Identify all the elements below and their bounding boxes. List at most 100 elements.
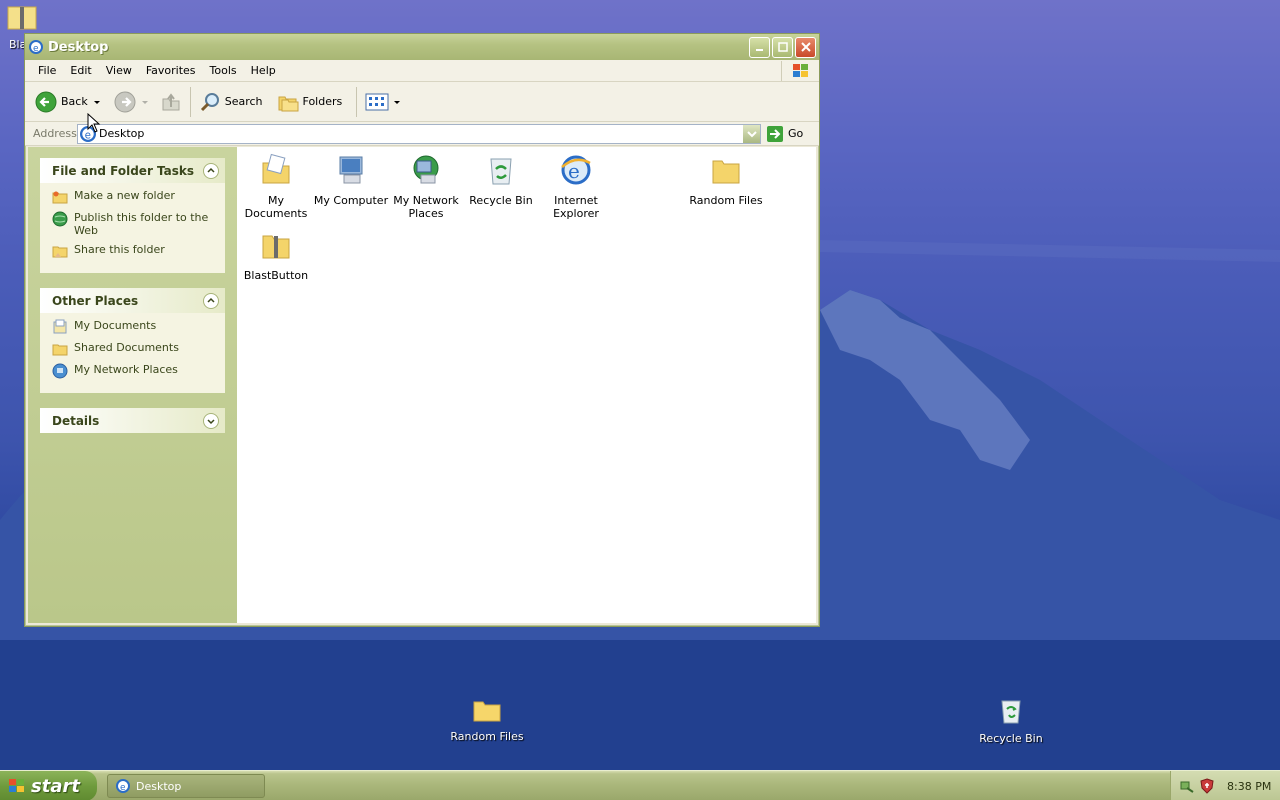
globe-icon [52,211,68,227]
menu-help[interactable]: Help [244,64,283,77]
menu-tools[interactable]: Tools [203,64,244,77]
my-network-places-link[interactable]: My Network Places [52,363,215,379]
panel-title: File and Folder Tasks [52,163,195,178]
file-item-blastbutton[interactable]: BlastButton [237,226,315,282]
my-documents-icon [53,319,67,334]
desktop-icon-recycle-bin[interactable]: Recycle Bin [966,695,1056,745]
shared-documents-link[interactable]: Shared Documents [52,341,215,357]
chevron-down-icon [746,130,757,137]
menu-file[interactable]: File [31,64,63,77]
folder-icon [712,160,740,184]
toolbar: Back Search Folders [25,82,819,122]
file-label: Recycle Bin [469,194,533,207]
recycle-bin-icon [490,158,512,185]
views-button[interactable] [361,93,405,111]
link-label: My Documents [74,319,157,332]
file-list: My Documents My Computer My Network Plac… [237,147,816,623]
internet-explorer-icon: e [561,155,591,185]
views-dropdown-icon [394,100,401,104]
link-label: My Network Places [74,363,178,376]
link-label: Share this folder [74,243,165,256]
system-tray: 8:38 PM [1170,771,1280,800]
file-label: Random Files [689,194,763,207]
folder-icon [473,701,501,722]
menu-bar: File Edit View Favorites Tools Help [25,60,819,82]
forward-dropdown-icon[interactable] [140,97,150,107]
file-item-internet-explorer[interactable]: e Internet Explorer [537,151,615,220]
file-item-my-network-places[interactable]: My Network Places [387,151,465,220]
address-bar: Address e Desktop Go [25,122,819,146]
expand-icon[interactable] [203,412,219,429]
collapse-icon[interactable] [203,292,219,309]
desktop-icon-random-files[interactable]: Random Files [442,697,532,743]
close-button[interactable] [795,36,816,58]
file-folder-tasks-panel: File and Folder Tasks Make a new folder … [40,158,225,273]
link-label: Make a new folder [74,189,175,202]
task-pane: File and Folder Tasks Make a new folder … [28,147,237,623]
desktop-icon-label: Recycle Bin [979,732,1043,745]
forward-arrow-icon [114,91,136,112]
network-places-icon [52,363,68,379]
menu-edit[interactable]: Edit [63,64,98,77]
clock[interactable]: 8:38 PM [1227,780,1271,793]
taskbar: start e Desktop 8:38 PM [0,770,1280,800]
search-button[interactable]: Search [195,91,267,113]
toolbar-separator [356,86,358,117]
windows-logo [781,60,819,81]
go-button[interactable]: Go [766,125,803,143]
up-folder-button[interactable] [156,91,186,113]
explorer-window[interactable]: e Desktop File Edit View Favorites Tools… [24,33,820,627]
share-folder-link[interactable]: Share this folder [52,243,215,259]
other-places-header[interactable]: Other Places [40,288,225,313]
taskbar-item-desktop[interactable]: e Desktop [107,774,265,798]
zip-folder-icon [7,6,37,30]
share-folder-icon [52,246,68,258]
file-label: BlastButton [243,269,309,282]
svg-text:e: e [33,44,39,54]
panel-title: Other Places [52,293,139,308]
details-header[interactable]: Details [40,408,225,433]
forward-button[interactable] [110,91,140,113]
window-content: File and Folder Tasks Make a new folder … [28,147,816,623]
file-label: Internet Explorer [553,194,599,220]
security-shield-icon[interactable] [1199,778,1215,794]
start-label: start [31,775,80,797]
window-title: Desktop [48,39,109,55]
network-tray-icon[interactable] [1179,778,1195,794]
file-item-random-files[interactable]: Random Files [687,151,765,207]
address-dropdown[interactable] [743,124,760,143]
window-titlebar[interactable]: e Desktop [25,34,819,60]
file-item-my-computer[interactable]: My Computer [312,151,390,207]
search-label: Search [224,95,263,108]
menu-favorites[interactable]: Favorites [139,64,203,77]
my-documents-link[interactable]: My Documents [52,319,215,335]
my-computer-icon [339,156,363,184]
menu-view[interactable]: View [99,64,139,77]
file-item-my-documents[interactable]: My Documents [237,151,315,220]
start-button[interactable]: start [0,771,97,800]
new-folder-icon [52,191,68,204]
folders-button[interactable]: Folders [273,92,347,112]
publish-web-link[interactable]: Publish this folder to the Web [52,211,215,237]
file-folder-tasks-header[interactable]: File and Folder Tasks [40,158,225,183]
go-label: Go [788,127,804,140]
maximize-button[interactable] [772,36,793,58]
minimize-button[interactable] [749,36,770,58]
minimize-icon [755,49,763,51]
zip-folder-icon [262,235,290,259]
make-new-folder-link[interactable]: Make a new folder [52,189,215,205]
internet-explorer-icon: e [116,779,130,793]
windows-flag-icon [9,779,24,792]
toolbar-separator [189,86,191,117]
network-places-icon [413,155,439,184]
back-button[interactable]: Back [31,91,92,113]
panel-title: Details [52,413,100,428]
collapse-icon[interactable] [203,162,219,179]
address-value: Desktop [99,127,145,140]
folder-icon [52,344,68,356]
folders-icon [278,96,299,111]
back-dropdown-icon[interactable] [92,97,102,107]
file-item-recycle-bin[interactable]: Recycle Bin [462,151,540,207]
my-documents-icon [262,153,290,184]
address-field[interactable]: e Desktop [77,123,761,144]
